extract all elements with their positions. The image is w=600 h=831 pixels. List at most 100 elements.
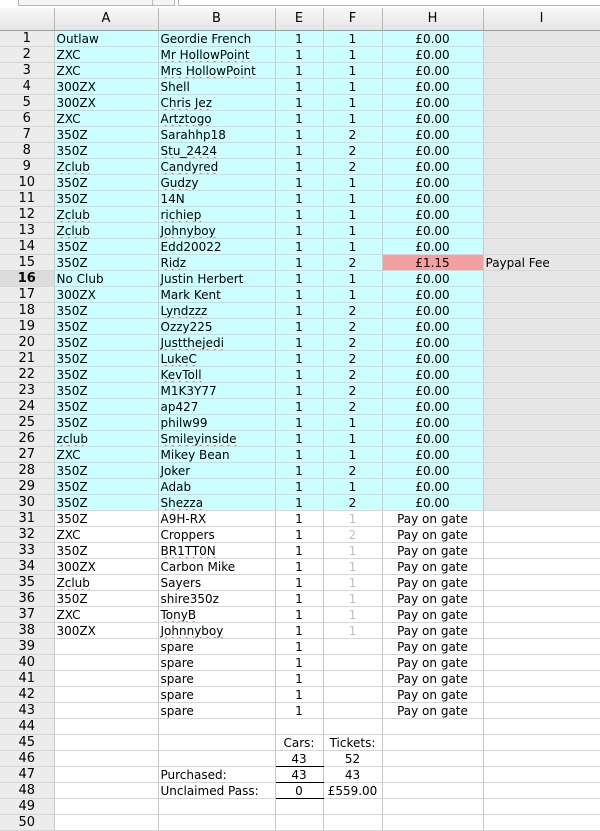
- cell-note[interactable]: [483, 686, 600, 703]
- cell-note[interactable]: [483, 606, 600, 623]
- cell-name[interactable]: Mrs HollowPoint: [158, 62, 276, 79]
- row-header[interactable]: 31: [0, 510, 55, 527]
- cell-amount[interactable]: £0.00: [382, 462, 484, 479]
- cell-club[interactable]: 350Z: [54, 478, 159, 495]
- cell-name[interactable]: [158, 798, 276, 815]
- cell-amount[interactable]: [382, 782, 484, 799]
- cell-tickets[interactable]: 1: [323, 510, 383, 527]
- cell-cars[interactable]: 1: [275, 654, 324, 671]
- cell-cars[interactable]: 1: [275, 174, 324, 191]
- cell-name[interactable]: Mark Kent: [158, 286, 276, 303]
- cell-club[interactable]: 350Z: [54, 350, 159, 367]
- cell-club[interactable]: 350Z: [54, 510, 159, 527]
- row-header[interactable]: 38: [0, 622, 55, 639]
- cell-cars[interactable]: 1: [275, 510, 324, 527]
- row-header[interactable]: 19: [0, 318, 55, 335]
- cell-note[interactable]: [483, 270, 600, 287]
- row-header[interactable]: 39: [0, 638, 55, 655]
- cell-tickets[interactable]: 1: [323, 270, 383, 287]
- cell-cars[interactable]: 1: [275, 78, 324, 95]
- cell-amount[interactable]: £0.00: [382, 206, 484, 223]
- cell-tickets[interactable]: 1: [323, 414, 383, 431]
- cell-name[interactable]: Croppers: [158, 526, 276, 543]
- cell-club[interactable]: 350Z: [54, 126, 159, 143]
- cell-club[interactable]: [54, 782, 159, 799]
- cell-name[interactable]: Sarahhp18: [158, 126, 276, 143]
- cell-amount[interactable]: £0.00: [382, 94, 484, 111]
- cell-name[interactable]: Stu_2424: [158, 142, 276, 159]
- cell-name[interactable]: Chris Jez: [158, 94, 276, 111]
- cell-name[interactable]: spare: [158, 686, 276, 703]
- cell-club[interactable]: 300ZX: [54, 286, 159, 303]
- cell-amount[interactable]: £0.00: [382, 286, 484, 303]
- cell-note[interactable]: [483, 78, 600, 95]
- cell-club[interactable]: zclub: [54, 430, 159, 447]
- cell-note[interactable]: [483, 334, 600, 351]
- cell-amount[interactable]: Pay on gate: [382, 510, 484, 527]
- row-header[interactable]: 29: [0, 478, 55, 495]
- cell-name[interactable]: Johnnyboy: [158, 622, 276, 639]
- cell-tickets[interactable]: 1: [323, 46, 383, 63]
- row-header[interactable]: 20: [0, 334, 55, 351]
- cell-note[interactable]: [483, 478, 600, 495]
- cell-name[interactable]: KevToll: [158, 366, 276, 383]
- cell-amount[interactable]: £0.00: [382, 494, 484, 511]
- cell-note[interactable]: [483, 190, 600, 207]
- cell-club[interactable]: [54, 766, 159, 783]
- cell-amount[interactable]: £0.00: [382, 270, 484, 287]
- cell-name[interactable]: LukeC: [158, 350, 276, 367]
- cell-note[interactable]: [483, 654, 600, 671]
- row-header[interactable]: 12: [0, 206, 55, 223]
- cell-amount[interactable]: £0.00: [382, 302, 484, 319]
- cell-cars[interactable]: 1: [275, 318, 324, 335]
- cell-amount[interactable]: £0.00: [382, 46, 484, 63]
- cell-cars[interactable]: 1: [275, 190, 324, 207]
- cell-name[interactable]: richiep: [158, 206, 276, 223]
- row-header[interactable]: 25: [0, 414, 55, 431]
- cell-amount[interactable]: £0.00: [382, 238, 484, 255]
- cell-tickets[interactable]: [323, 670, 383, 687]
- cell-name[interactable]: Joker: [158, 462, 276, 479]
- column-header-e[interactable]: E: [275, 8, 324, 31]
- cell-amount[interactable]: Pay on gate: [382, 622, 484, 639]
- cell-club[interactable]: ZXC: [54, 526, 159, 543]
- cell-cars[interactable]: [275, 814, 324, 831]
- cell-cars[interactable]: 1: [275, 574, 324, 591]
- cell-note[interactable]: [483, 30, 600, 47]
- cell-note[interactable]: [483, 766, 600, 783]
- cell-tickets[interactable]: 2: [323, 398, 383, 415]
- cell-club[interactable]: 300ZX: [54, 78, 159, 95]
- column-header-i[interactable]: I: [483, 8, 600, 31]
- cell-club[interactable]: ZXC: [54, 110, 159, 127]
- cell-amount[interactable]: [382, 750, 484, 767]
- cell-club[interactable]: No Club: [54, 270, 159, 287]
- cell-amount[interactable]: Pay on gate: [382, 558, 484, 575]
- cell-tickets[interactable]: 1: [323, 190, 383, 207]
- cell-amount[interactable]: [382, 734, 484, 751]
- cell-name[interactable]: Ozzy225: [158, 318, 276, 335]
- cell-tickets[interactable]: 1: [323, 478, 383, 495]
- cell-club[interactable]: ZXC: [54, 62, 159, 79]
- cell-club[interactable]: 300ZX: [54, 558, 159, 575]
- row-header[interactable]: 8: [0, 142, 55, 159]
- cell-cars[interactable]: 1: [275, 558, 324, 575]
- cell-cars[interactable]: 1: [275, 702, 324, 719]
- cell-tickets[interactable]: 1: [323, 446, 383, 463]
- cell-amount[interactable]: £0.00: [382, 78, 484, 95]
- cell-note[interactable]: [483, 366, 600, 383]
- cell-note[interactable]: [483, 238, 600, 255]
- cell-note[interactable]: [483, 318, 600, 335]
- cell-name[interactable]: spare: [158, 702, 276, 719]
- cell-cars[interactable]: 1: [275, 94, 324, 111]
- cell-cars[interactable]: 1: [275, 382, 324, 399]
- cell-club[interactable]: [54, 750, 159, 767]
- cell-name[interactable]: Ridz: [158, 254, 276, 271]
- cell-amount[interactable]: £0.00: [382, 126, 484, 143]
- row-header[interactable]: 22: [0, 366, 55, 383]
- row-header[interactable]: 49: [0, 798, 55, 815]
- cell-cars[interactable]: 1: [275, 478, 324, 495]
- cell-tickets[interactable]: [323, 814, 383, 831]
- cell-name[interactable]: Adab: [158, 478, 276, 495]
- cell-club[interactable]: 350Z: [54, 494, 159, 511]
- cell-name[interactable]: Justin Herbert: [158, 270, 276, 287]
